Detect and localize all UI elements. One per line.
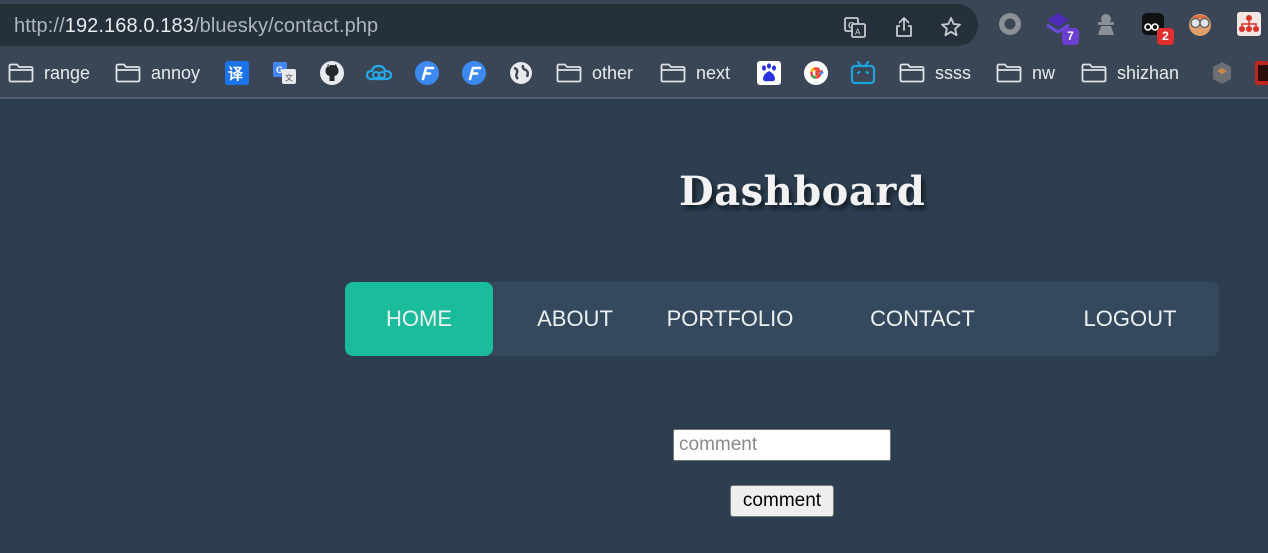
extension-badge: 7: [1062, 28, 1079, 45]
bookmark-google-translate[interactable]: G文: [272, 60, 298, 86]
sitemap-extension-icon[interactable]: [1236, 11, 1262, 37]
folder-icon: [996, 63, 1022, 83]
record-extension-icon[interactable]: [997, 11, 1023, 37]
url-path: /bluesky/contact.php: [193, 15, 379, 37]
comment-submit-button[interactable]: comment: [730, 485, 834, 517]
folder-icon: [556, 63, 582, 83]
bookmark-label: next: [696, 62, 731, 83]
bookmark-overflow[interactable]: [1255, 60, 1268, 86]
hacker-tool-icon: [1213, 62, 1231, 84]
baidu-icon: [757, 61, 781, 85]
folder-icon: [660, 63, 686, 83]
bookmark-github[interactable]: [319, 60, 345, 86]
bookmark-label: range: [44, 62, 91, 83]
bookmark-folder-range[interactable]: range: [8, 60, 90, 86]
nav-portfolio[interactable]: PORTFOLIO: [655, 282, 805, 356]
folder-icon: [899, 63, 925, 83]
url-scheme: http://: [14, 15, 65, 37]
bookmark-f-app-1[interactable]: [414, 60, 440, 86]
nav-about[interactable]: ABOUT: [513, 282, 637, 356]
bookmark-label: annoy: [151, 62, 201, 83]
comment-input[interactable]: [673, 429, 891, 461]
bookmark-folder-annoy[interactable]: annoy: [115, 60, 200, 86]
folder-icon: [1081, 63, 1107, 83]
bookmark-folder-next[interactable]: next: [660, 60, 730, 86]
bookmark-translate-cn[interactable]: 译: [224, 60, 250, 86]
nav-logout[interactable]: LOGOUT: [1065, 282, 1195, 356]
url-text[interactable]: http://192.168.0.183/bluesky/contact.php: [14, 15, 378, 38]
bookmark-label: ssss: [935, 62, 971, 83]
bookmark-baidu[interactable]: [756, 60, 782, 86]
monitor-extension-icon[interactable]: 2: [1140, 11, 1174, 45]
bookmark-hacker-tool[interactable]: [1209, 60, 1235, 86]
goggles-extension-icon[interactable]: [1187, 11, 1213, 37]
translate-page-icon[interactable]: G A: [844, 16, 866, 38]
bookmark-folder-ssss[interactable]: ssss: [899, 60, 971, 86]
main-nav: HOME ABOUT PORTFOLIO CONTACT LOGOUT: [345, 282, 1219, 356]
bookmark-f-app-2[interactable]: [461, 60, 487, 86]
svg-text:译: 译: [228, 65, 244, 83]
folder-icon: [115, 63, 141, 83]
bookmark-globe[interactable]: [508, 60, 534, 86]
bookmark-bilibili[interactable]: [850, 60, 876, 86]
bookmark-label: other: [592, 62, 634, 83]
bookmark-cloud[interactable]: [366, 60, 392, 86]
extension-badge: 2: [1157, 28, 1174, 45]
f-app-icon: [462, 61, 486, 85]
bookmark-folder-shizhan[interactable]: shizhan: [1081, 60, 1179, 86]
bookmark-folder-nw[interactable]: nw: [996, 60, 1055, 86]
google-translate-icon: G文: [273, 62, 296, 84]
google-icon: [804, 61, 828, 85]
bookmark-label: nw: [1032, 62, 1056, 83]
browser-toolbar: http://192.168.0.183/bluesky/contact.php…: [0, 0, 1268, 48]
bilibili-icon: [850, 60, 876, 85]
spy-extension-icon[interactable]: [1093, 11, 1119, 37]
address-bar[interactable]: http://192.168.0.183/bluesky/contact.php…: [0, 4, 978, 46]
github-icon: [320, 61, 344, 85]
cloud-icon: [366, 64, 392, 81]
svg-text:G: G: [276, 65, 283, 75]
share-icon[interactable]: [893, 16, 915, 38]
translate-cn-icon: 译: [225, 61, 249, 85]
red-app-icon: [1255, 61, 1268, 85]
bookmark-label: shizhan: [1117, 62, 1180, 83]
bookmark-folder-other[interactable]: other: [556, 60, 633, 86]
svg-text:文: 文: [285, 73, 293, 83]
url-host: 192.168.0.183: [64, 15, 194, 37]
svg-text:A: A: [855, 28, 861, 37]
bookmarks-bar: range annoy 译 G文 other next ssss nw shiz…: [0, 48, 1268, 99]
nav-contact[interactable]: CONTACT: [850, 282, 995, 356]
bookmark-google[interactable]: [803, 60, 829, 86]
bookmark-star-icon[interactable]: [940, 16, 962, 38]
globe-icon: [510, 62, 532, 84]
layers-extension-icon[interactable]: 7: [1045, 11, 1079, 45]
nav-home[interactable]: HOME: [345, 282, 493, 356]
f-app-icon: [415, 61, 439, 85]
folder-icon: [8, 63, 34, 83]
page-title: Dashboard: [679, 168, 926, 215]
